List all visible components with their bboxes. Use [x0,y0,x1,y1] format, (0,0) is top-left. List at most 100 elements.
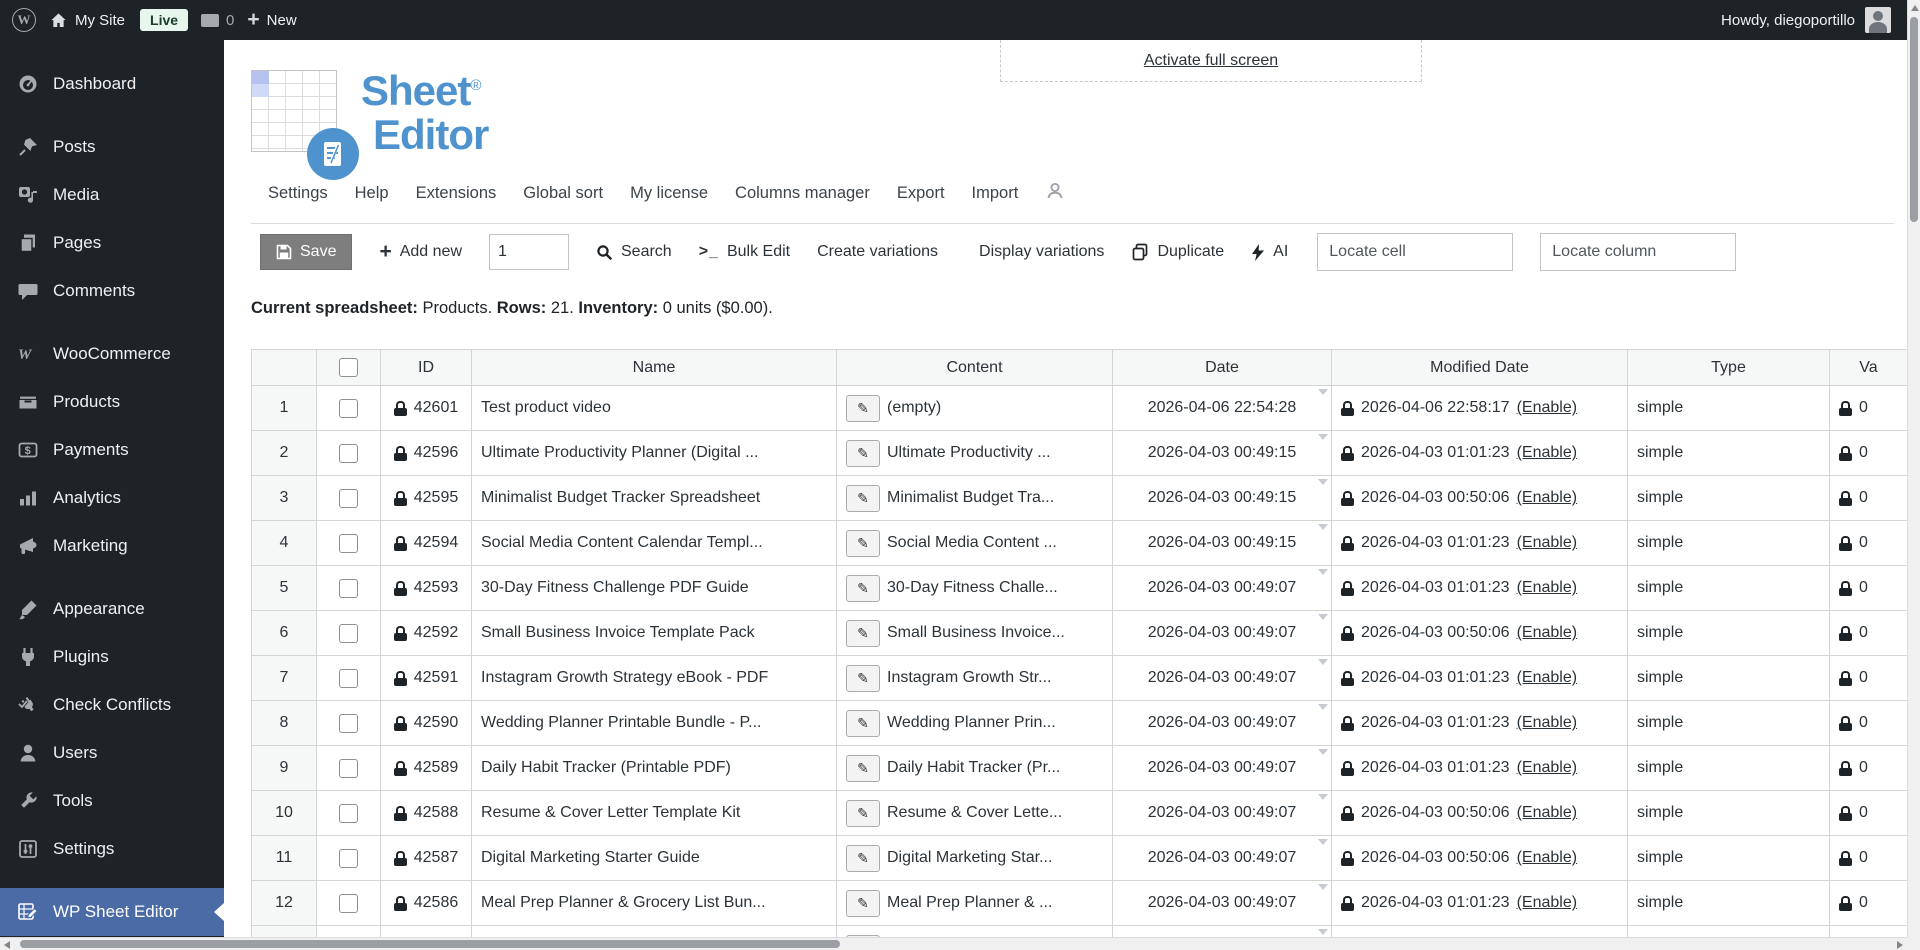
select-all-checkbox[interactable] [339,358,358,377]
cell-type[interactable]: simple [1627,385,1830,431]
cell-name[interactable]: 30-Day Fitness Challenge PDF Guide [471,565,837,611]
cell-name[interactable]: Instagram Growth Strategy eBook - PDF [471,655,837,701]
column-header-name[interactable]: Name [471,349,837,386]
row-checkbox[interactable] [339,848,358,868]
avatar[interactable] [1865,7,1891,33]
cell-date[interactable]: 2026-04-03 00:49:07 [1112,655,1332,701]
cell-content[interactable]: Digital Marketing Star... [887,849,1052,867]
cell-type[interactable]: simple [1627,655,1830,701]
new-button[interactable]: + New [247,9,296,30]
sidebar-item-pages[interactable]: Pages [0,219,224,267]
cell-type[interactable]: simple [1627,610,1830,656]
menu-extensions[interactable]: Extensions [416,184,497,203]
cell-type[interactable]: simple [1627,565,1830,611]
enable-link[interactable]: (Enable) [1517,669,1577,687]
sidebar-item-posts[interactable]: Posts [0,123,224,171]
cell-type[interactable]: simple [1627,475,1830,521]
enable-link[interactable]: (Enable) [1517,894,1577,912]
locate-column-input[interactable] [1540,233,1737,271]
row-checkbox[interactable] [339,443,358,463]
cell-date[interactable]: 2026-04-03 00:49:07 [1112,835,1332,881]
cell-content[interactable]: Minimalist Budget Tra... [887,489,1054,507]
sidebar-item-appearance[interactable]: Appearance [0,585,224,633]
cell-type[interactable]: simple [1627,745,1830,791]
enable-link[interactable]: (Enable) [1517,399,1577,417]
sidebar-item-dashboard[interactable]: Dashboard [0,60,224,108]
scroll-left-arrow[interactable] [4,941,10,949]
scroll-up-arrow[interactable] [1911,5,1919,11]
edit-content-button[interactable]: ✎ [846,799,880,827]
row-checkbox[interactable] [339,398,358,418]
vertical-scrollbar[interactable] [1907,0,1920,950]
cell-date[interactable]: 2026-04-03 00:49:15 [1112,475,1332,521]
cell-date[interactable]: 2026-04-03 00:48:50 [1112,925,1332,937]
enable-link[interactable]: (Enable) [1517,759,1577,777]
cell-date[interactable]: 2026-04-03 00:49:15 [1112,430,1332,476]
add-new-count-input[interactable] [489,234,569,270]
cell-type[interactable]: simple [1627,925,1830,937]
cell-content[interactable]: Meal Prep Planner & ... [887,894,1052,912]
cell-date[interactable]: 2026-04-03 00:49:07 [1112,700,1332,746]
cell-name[interactable]: Wedding Planner Printable Bundle - P... [471,700,837,746]
sidebar-item-products[interactable]: Products [0,378,224,426]
create-variations-button[interactable]: Create variations [817,243,938,261]
scroll-right-arrow[interactable] [1897,941,1903,949]
sidebar-item-tools[interactable]: Tools [0,777,224,825]
column-header-type[interactable]: Type [1627,349,1830,386]
menu-my-license[interactable]: My license [630,184,708,203]
menu-help[interactable]: Help [355,184,389,203]
sidebar-item-woocommerce[interactable]: W WooCommerce [0,330,224,378]
row-checkbox[interactable] [339,488,358,508]
edit-content-button[interactable]: ✎ [846,754,880,782]
row-checkbox[interactable] [339,578,358,598]
sidebar-item-wp-sheet-editor[interactable]: WP Sheet Editor [0,888,224,936]
enable-link[interactable]: (Enable) [1517,804,1577,822]
cell-date[interactable]: 2026-04-03 00:49:15 [1112,520,1332,566]
menu-settings[interactable]: Settings [268,184,328,203]
cell-name[interactable]: Test product video [471,385,837,431]
edit-content-button[interactable]: ✎ [846,439,880,467]
edit-content-button[interactable]: ✎ [846,664,880,692]
cell-content[interactable]: Wedding Planner Prin... [887,714,1056,732]
edit-content-button[interactable]: ✎ [846,484,880,512]
cell-date[interactable]: 2026-04-03 00:49:07 [1112,880,1332,926]
cell-content[interactable]: Resume & Cover Lette... [887,804,1062,822]
edit-content-button[interactable]: ✎ [846,619,880,647]
column-header-va[interactable]: Va [1829,349,1907,386]
sidebar-item-users[interactable]: Users [0,729,224,777]
menu-import[interactable]: Import [972,184,1019,203]
cell-name[interactable]: Resume & Cover Letter Template Kit [471,790,837,836]
cell-type[interactable]: simple [1627,880,1830,926]
cell-content[interactable]: (empty) [887,399,941,417]
ai-button[interactable]: AI [1251,243,1288,261]
row-checkbox[interactable] [339,668,358,688]
enable-link[interactable]: (Enable) [1517,534,1577,552]
cell-type[interactable]: simple [1627,790,1830,836]
column-header-modified-date[interactable]: Modified Date [1331,349,1628,386]
edit-content-button[interactable]: ✎ [846,529,880,557]
cell-content[interactable]: Social Media Content ... [887,534,1057,552]
row-checkbox[interactable] [339,623,358,643]
cell-content[interactable]: Instagram Growth Str... [887,669,1052,687]
save-button[interactable]: Save [260,234,353,270]
sidebar-item-marketing[interactable]: Marketing [0,522,224,570]
cell-name[interactable]: Small Business Invoice Template Pack [471,610,837,656]
cell-content[interactable]: Daily Habit Tracker (Pr... [887,759,1060,777]
sidebar-item-media[interactable]: Media [0,171,224,219]
sidebar-item-analytics[interactable]: Analytics [0,474,224,522]
howdy-account-link[interactable]: Howdy, diegoportillo [1721,12,1855,29]
horizontal-scroll-thumb[interactable] [20,940,840,948]
sidebar-item-settings[interactable]: Settings [0,825,224,873]
cell-type[interactable]: simple [1627,520,1830,566]
cell-date[interactable]: 2026-04-03 00:49:07 [1112,565,1332,611]
cell-name[interactable]: Personal Finance Tracker (Excel/Googl... [471,925,837,937]
cell-type[interactable]: simple [1627,835,1830,881]
add-new-button[interactable]: + Add new [379,241,462,262]
edit-content-button[interactable]: ✎ [846,889,880,917]
cell-content[interactable]: 30-Day Fitness Challe... [887,579,1058,597]
menu-export[interactable]: Export [897,184,945,203]
cell-type[interactable]: simple [1627,430,1830,476]
sidebar-item-comments[interactable]: Comments [0,267,224,315]
column-header-content[interactable]: Content [836,349,1113,386]
enable-link[interactable]: (Enable) [1517,714,1577,732]
